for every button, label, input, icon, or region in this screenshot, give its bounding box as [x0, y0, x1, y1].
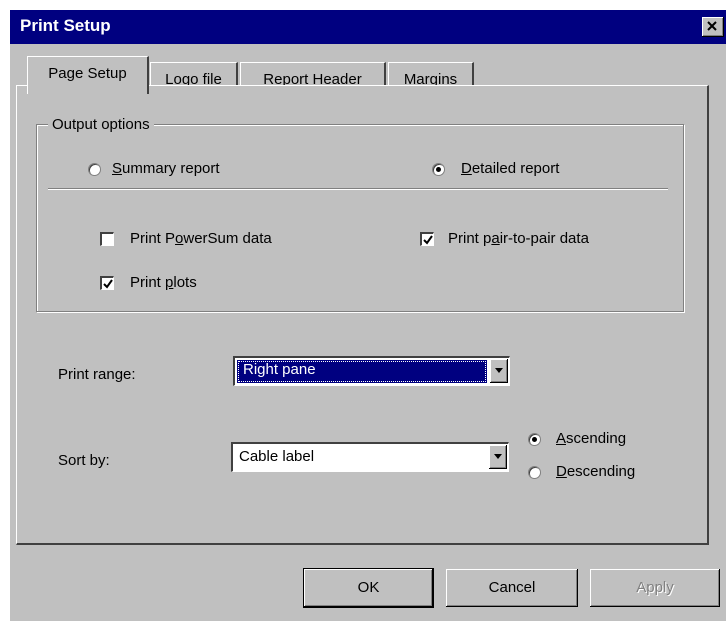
- output-options-label: Output options: [48, 116, 154, 133]
- radio-circle: [528, 466, 541, 479]
- sort-by-dropdown-button[interactable]: [489, 445, 507, 469]
- ascending-radio[interactable]: Ascending: [528, 430, 658, 452]
- ok-button-label: OK: [357, 579, 380, 596]
- checkbox-box: [100, 232, 114, 246]
- apply-button[interactable]: Apply: [590, 569, 720, 607]
- apply-button-label: Apply: [636, 579, 674, 596]
- chevron-down-icon: [494, 454, 502, 459]
- checkmark-icon: [103, 279, 113, 289]
- print-pair-to-pair-label: Print pair-to-pair data: [448, 230, 589, 247]
- checkbox-box-checked: [420, 232, 434, 246]
- descending-label: Descending: [556, 463, 636, 480]
- close-icon: [707, 21, 717, 31]
- sort-by-label: Sort by:: [58, 452, 110, 469]
- cancel-button[interactable]: Cancel: [446, 569, 578, 607]
- summary-report-label: Summary report: [112, 160, 220, 177]
- ok-button[interactable]: OK: [303, 568, 434, 608]
- summary-report-radio[interactable]: Summary report: [88, 160, 258, 182]
- detailed-report-radio[interactable]: Detailed report: [432, 160, 602, 182]
- print-range-value: Right pane: [243, 361, 316, 378]
- chevron-down-icon: [495, 368, 503, 373]
- sort-by-dropdown[interactable]: Cable label: [231, 442, 509, 472]
- print-range-dropdown-button[interactable]: [490, 359, 508, 383]
- window-title: Print Setup: [20, 16, 111, 35]
- close-button[interactable]: [702, 17, 724, 37]
- detailed-report-label: Detailed report: [461, 160, 560, 177]
- print-powersum-checkbox[interactable]: Print PowerSum data: [100, 230, 320, 252]
- print-range-label: Print range:: [58, 366, 136, 383]
- radio-circle-selected: [528, 433, 541, 446]
- radio-circle-selected: [432, 163, 445, 176]
- print-range-dropdown[interactable]: Right pane: [233, 356, 510, 386]
- tab-page-setup[interactable]: Page Setup: [27, 56, 149, 94]
- title-bar[interactable]: Print Setup: [10, 10, 726, 44]
- descending-radio[interactable]: Descending: [528, 463, 668, 485]
- print-plots-checkbox[interactable]: Print plots: [100, 274, 240, 296]
- print-pair-to-pair-checkbox[interactable]: Print pair-to-pair data: [420, 230, 640, 252]
- cancel-button-label: Cancel: [488, 579, 536, 596]
- group-separator: [48, 188, 668, 190]
- tab-label: Page Setup: [48, 65, 127, 82]
- checkmark-icon: [423, 235, 433, 245]
- print-plots-label: Print plots: [130, 274, 197, 291]
- ascending-label: Ascending: [556, 430, 627, 447]
- print-powersum-label: Print PowerSum data: [130, 230, 272, 247]
- radio-circle: [88, 163, 101, 176]
- sort-by-value: Cable label: [239, 448, 315, 465]
- checkbox-box-checked: [100, 276, 114, 290]
